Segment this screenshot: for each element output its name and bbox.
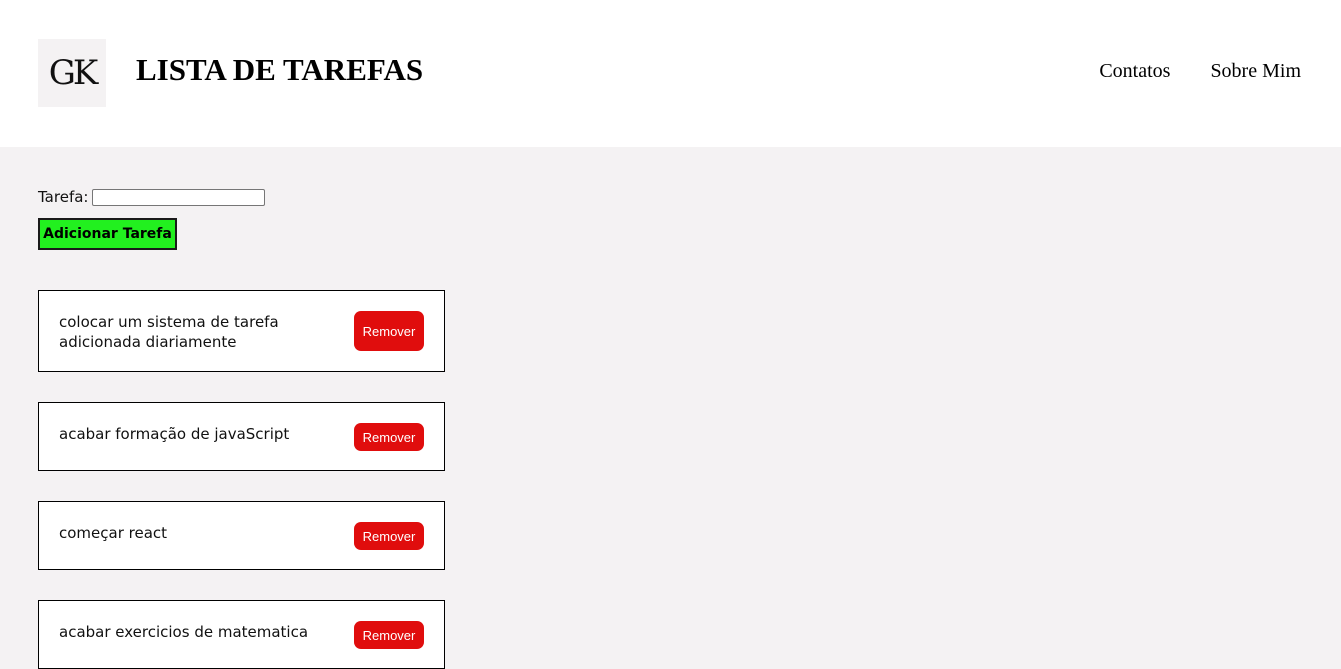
header: GK LISTA DE TAREFAS Contatos Sobre Mim xyxy=(0,0,1341,147)
remove-button[interactable]: Remover xyxy=(354,621,424,649)
page-title: LISTA DE TAREFAS xyxy=(136,52,424,87)
nav-link-sobre-mim[interactable]: Sobre Mim xyxy=(1210,60,1301,83)
task-input[interactable] xyxy=(92,188,266,206)
task-text: acabar exercicios de matematica xyxy=(59,623,309,641)
nav-menu: Contatos Sobre Mim xyxy=(1099,60,1301,83)
add-task-button[interactable]: Adicionar Tarefa xyxy=(38,218,177,250)
task-label: Tarefa: xyxy=(38,188,89,206)
task-text: começar react xyxy=(59,524,168,542)
remove-button[interactable]: Remover xyxy=(354,311,424,351)
task-text: acabar formação de javaScript xyxy=(59,425,290,443)
task-item: colocar um sistema de tarefa adicionada … xyxy=(38,290,445,372)
task-form: Tarefa: xyxy=(38,188,266,206)
remove-button[interactable]: Remover xyxy=(354,423,424,451)
task-item: acabar exercicios de matematica Remover xyxy=(38,600,445,669)
task-item: acabar formação de javaScript Remover xyxy=(38,402,445,471)
task-text: colocar um sistema de tarefa adicionada … xyxy=(59,313,279,351)
nav-link-contatos[interactable]: Contatos xyxy=(1099,60,1170,83)
remove-button[interactable]: Remover xyxy=(354,522,424,550)
logo: GK xyxy=(38,39,106,107)
task-item: começar react Remover xyxy=(38,501,445,570)
